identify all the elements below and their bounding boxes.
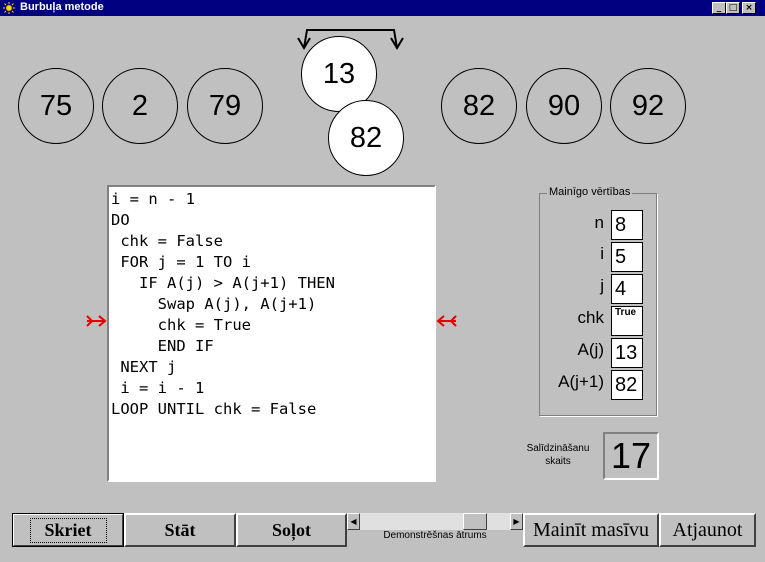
maximize-button[interactable]: □ xyxy=(726,2,740,14)
window-title: Burbuļa metode xyxy=(20,1,104,13)
code-line: Swap A(j), A(j+1) xyxy=(111,295,317,313)
var-value-aj1: 82 xyxy=(611,370,643,400)
sun-icon xyxy=(3,2,15,14)
var-label-n: n xyxy=(594,213,604,232)
speed-label: Demonstrēšnas ātrums xyxy=(383,530,487,541)
code-line: FOR j = 1 TO i xyxy=(111,253,251,271)
var-label-chk: chk xyxy=(577,308,604,327)
comparisons-count: 17 xyxy=(603,432,659,480)
title-bar: Burbuļa metode _ □ × xyxy=(0,0,765,16)
array-element: 79 xyxy=(187,68,263,144)
var-label-aj1: A(j+1) xyxy=(558,372,604,391)
code-line: LOOP UNTIL chk = False xyxy=(111,400,317,418)
current-line-left-marker-icon xyxy=(86,315,107,327)
var-value-i: 5 xyxy=(611,242,643,272)
minimize-button[interactable]: _ xyxy=(712,2,726,14)
var-value-chk: True xyxy=(611,306,643,336)
code-listing: i = n - 1 DO chk = False FOR j = 1 TO i … xyxy=(107,185,436,482)
array-element: 92 xyxy=(610,68,686,144)
array-element: 2 xyxy=(102,68,178,144)
comparisons-label: Salīdzināšanu skaits xyxy=(522,442,594,468)
code-line: IF A(j) > A(j+1) THEN xyxy=(111,274,335,292)
var-label-aj: A(j) xyxy=(577,340,604,359)
comparisons-label-line2: skaits xyxy=(545,456,571,467)
code-line: NEXT j xyxy=(111,358,177,376)
speed-scroll-thumb[interactable] xyxy=(463,513,487,530)
change-array-button[interactable]: Mainīt masīvu xyxy=(523,513,659,547)
var-value-n: 8 xyxy=(611,210,643,240)
run-button-label: Skriet xyxy=(29,517,107,543)
step-button[interactable]: Soļot xyxy=(236,513,347,547)
current-line-right-marker-icon xyxy=(436,315,457,327)
code-line: chk = False xyxy=(111,232,223,250)
compared-element-bottom: 82 xyxy=(328,100,404,176)
run-button[interactable]: Skriet xyxy=(12,513,124,547)
scroll-left-arrow-icon[interactable]: ◀ xyxy=(347,513,360,530)
code-line: i = i - 1 xyxy=(111,379,205,397)
stop-button[interactable]: Stāt xyxy=(124,513,236,547)
variables-legend: Mainīgo vērtības xyxy=(547,186,633,198)
code-line-current: chk = True xyxy=(111,316,251,334)
var-label-j: j xyxy=(600,276,604,295)
comparisons-label-line1: Salīdzināšanu xyxy=(526,443,590,454)
var-label-i: i xyxy=(600,244,604,263)
reset-button[interactable]: Atjaunot xyxy=(659,513,756,547)
code-line: END IF xyxy=(111,337,214,355)
var-value-j: 4 xyxy=(611,274,643,304)
speed-scrollbar[interactable]: ◀ ▶ xyxy=(347,513,523,530)
code-line: DO xyxy=(111,211,130,229)
var-value-aj: 13 xyxy=(611,338,643,368)
scroll-right-arrow-icon[interactable]: ▶ xyxy=(510,513,523,530)
code-line: i = n - 1 xyxy=(111,190,195,208)
array-element: 90 xyxy=(526,68,602,144)
close-button[interactable]: × xyxy=(742,2,756,14)
array-element: 82 xyxy=(441,68,517,144)
array-element: 75 xyxy=(18,68,94,144)
